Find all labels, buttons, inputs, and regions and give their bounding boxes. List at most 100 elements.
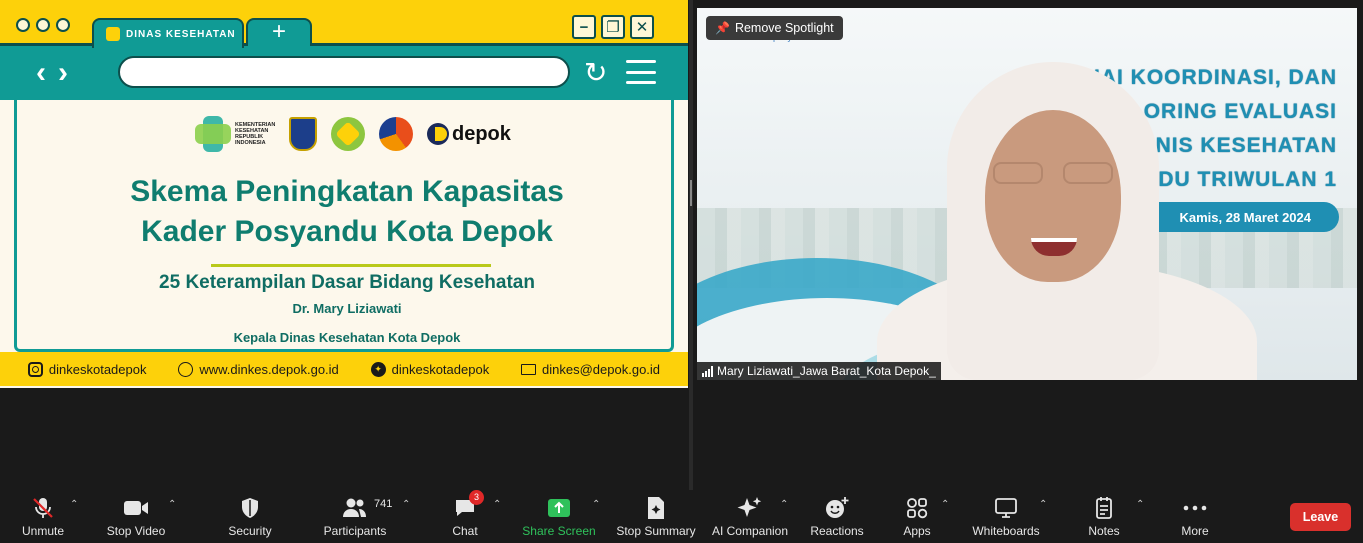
chevron-up-icon[interactable]: ⌃ (1136, 499, 1144, 510)
dot-icon (16, 18, 30, 32)
browser-tab-title: DINAS KESEHATAN (126, 28, 236, 40)
globe-icon (178, 361, 194, 377)
footer-email: dinkes@depok.go.id (521, 362, 660, 377)
dot-icon (36, 18, 50, 32)
unmute-button[interactable]: Unmute (16, 490, 70, 543)
leave-button[interactable]: Leave (1290, 503, 1351, 531)
window-dots (16, 18, 70, 32)
participants-icon: 741 (322, 496, 392, 520)
window-buttons: − ❐ ✕ (572, 15, 654, 39)
footer-website-text: www.dinkes.depok.go.id (199, 361, 339, 377)
participants-label: Participants (323, 523, 387, 538)
footer-twitter: ✦ dinkeskotadepok (370, 361, 489, 377)
minimize-icon: − (572, 15, 596, 39)
more-button[interactable]: More (1176, 490, 1214, 543)
reactions-label: Reactions (810, 523, 864, 538)
remove-spotlight-button[interactable]: 📌 Remove Spotlight (706, 16, 843, 40)
participants-button[interactable]: 741 Participants (322, 490, 393, 543)
depok-logo-icon (427, 123, 449, 145)
zoom-meeting-window: DINAS KESEHATAN + − ❐ ✕ ‹› ↻ KEMENTERIAN… (0, 0, 1363, 543)
share-screen-icon (547, 496, 571, 520)
notes-icon (1094, 496, 1114, 520)
whiteboards-label: Whiteboards (972, 523, 1040, 538)
dinkes-logo-icon (106, 27, 120, 41)
security-button[interactable]: Security (224, 490, 276, 543)
ellipsis-icon (1183, 496, 1207, 520)
unmute-label: Unmute (21, 523, 65, 538)
chevron-up-icon[interactable]: ⌃ (493, 499, 501, 510)
speaker-face (985, 110, 1121, 282)
smiley-plus-icon (825, 496, 849, 520)
chevron-up-icon[interactable]: ⌃ (168, 499, 176, 510)
title-underline (211, 264, 491, 267)
browser-tab: DINAS KESEHATAN (92, 18, 244, 48)
depok-logo: depok (427, 123, 511, 146)
close-icon: ✕ (630, 15, 654, 39)
stop-video-label: Stop Video (106, 523, 166, 538)
kemenkes-logo-icon (195, 116, 231, 152)
chevron-up-icon[interactable]: ⌃ (941, 499, 949, 510)
twitter-icon: ✦ (370, 361, 386, 377)
slide-title: Skema Peningkatan Kapasitas Kader Posyan… (17, 172, 677, 252)
new-tab-button: + (246, 18, 312, 46)
chevron-up-icon[interactable]: ⌃ (780, 499, 788, 510)
remove-spotlight-label: Remove Spotlight (734, 21, 834, 35)
apps-label: Apps (903, 523, 931, 538)
stop-summary-label: Stop Summary (616, 523, 696, 538)
participant-name: Mary Liziawati_Jawa Barat_Kota Depok_ (717, 364, 936, 378)
chevron-up-icon[interactable]: ⌃ (1039, 499, 1047, 510)
security-label: Security (228, 523, 272, 538)
presentation-slide: KEMENTERIAN KESEHATAN REPUBLIK INDONESIA… (14, 100, 674, 352)
participant-name-tag: Mary Liziawati_Jawa Barat_Kota Depok_ (697, 362, 941, 380)
chevron-up-icon[interactable]: ⌃ (402, 499, 410, 510)
signal-strength-icon (702, 365, 713, 377)
chat-button[interactable]: 3 Chat (446, 489, 484, 543)
share-screen-button[interactable]: Share Screen (522, 490, 596, 543)
footer-instagram: dinkeskotadepok (27, 361, 146, 377)
whiteboards-button[interactable]: Whiteboards (968, 490, 1044, 543)
refresh-icon: ↻ (584, 57, 608, 88)
depok-logo-text: depok (452, 122, 511, 145)
speaker-figure (877, 62, 1297, 380)
stop-video-button[interactable]: Stop Video (104, 490, 168, 543)
notes-button[interactable]: Notes (1084, 490, 1124, 543)
slide-footer: dinkeskotadepok www.dinkes.depok.go.id ✦… (0, 352, 688, 386)
footer-email-text: dinkes@depok.go.id (542, 361, 661, 377)
reactions-button[interactable]: Reactions (808, 490, 866, 543)
kota-depok-seal-icon (289, 117, 317, 151)
slide-speaker-role: Kepala Dinas Kesehatan Kota Depok (233, 330, 461, 345)
slide-title-line1: Skema Peningkatan Kapasitas (130, 175, 564, 208)
depok-sehat-logo-icon (331, 117, 365, 151)
participants-count: 741 (374, 497, 393, 510)
glasses-icon (993, 162, 1113, 184)
url-bar (118, 56, 570, 88)
slide-speaker: Dr. Mary Liziawati (292, 301, 402, 316)
shield-icon (240, 496, 260, 520)
shared-screen: DINAS KESEHATAN + − ❐ ✕ ‹› ↻ KEMENTERIAN… (0, 0, 688, 388)
apps-button[interactable]: Apps (898, 490, 936, 543)
speaker-video: posyandu SOSIAI KOORDINASI, DAN ORING EV… (697, 8, 1357, 380)
instagram-icon (27, 361, 43, 377)
chat-unread-badge: 3 (469, 489, 484, 505)
maximize-icon: ❐ (601, 15, 625, 39)
chevron-up-icon[interactable]: ⌃ (70, 499, 78, 510)
footer-website: www.dinkes.depok.go.id (178, 361, 339, 377)
promosi-kesehatan-logo-icon (379, 117, 413, 151)
notes-label: Notes (1088, 523, 1120, 538)
back-forward-icon: ‹› (36, 56, 80, 89)
ai-companion-label: AI Companion (711, 523, 789, 538)
ai-companion-button[interactable]: AI Companion (710, 490, 790, 543)
slide-title-line2: Kader Posyandu Kota Depok (141, 215, 553, 248)
menu-icon (626, 60, 656, 84)
stop-summary-button[interactable]: Stop Summary (614, 490, 698, 543)
slide-subtitle: 25 Keterampilan Dasar Bidang Kesehatan (159, 272, 535, 293)
sparkle-icon (737, 496, 763, 520)
pin-icon: 📌 (715, 21, 730, 35)
view-splitter-handle[interactable] (689, 0, 693, 490)
video-camera-icon (123, 496, 149, 520)
share-screen-label: Share Screen (522, 523, 596, 538)
browser-nav-row: ‹› ↻ (0, 46, 688, 100)
chevron-up-icon[interactable]: ⌃ (592, 499, 600, 510)
kemenkes-logo-text: KEMENTERIAN KESEHATAN REPUBLIK INDONESIA (235, 122, 276, 146)
dot-icon (56, 18, 70, 32)
